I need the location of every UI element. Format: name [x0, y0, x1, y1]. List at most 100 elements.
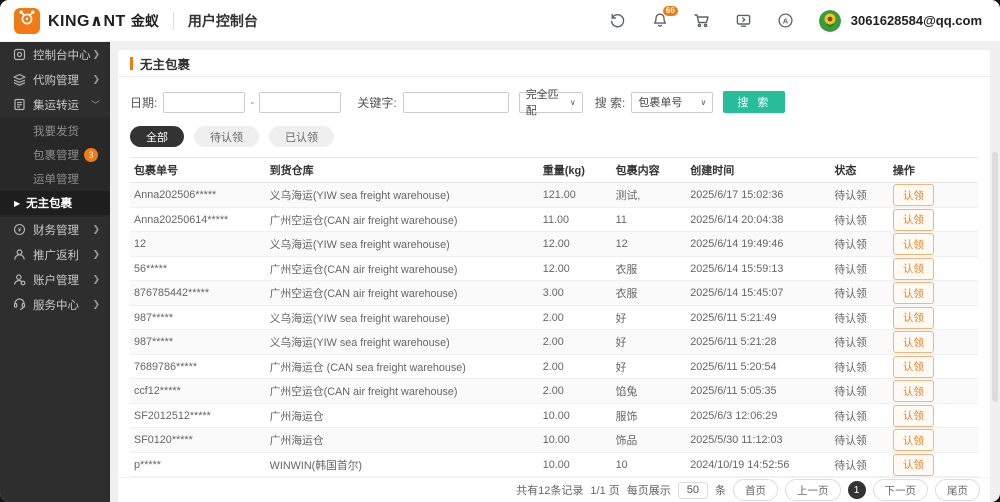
col-weight: 重量(kg)	[539, 158, 612, 183]
cell-warehouse: 广州空运仓(CAN air freight warehouse)	[266, 281, 539, 306]
table-row: Anna202506*****义乌海运(YIW sea freight ware…	[130, 183, 978, 208]
sidebar-item-label: 代购管理	[33, 72, 79, 88]
date-end-input[interactable]	[259, 92, 341, 113]
claim-button[interactable]: 认领	[893, 282, 934, 304]
cell-created-at: 2024/10/19 14:52:56	[686, 452, 830, 477]
claim-button[interactable]: 认领	[893, 331, 934, 353]
first-page-button[interactable]: 首页	[733, 479, 778, 501]
history-icon[interactable]	[609, 12, 627, 30]
user-avatar[interactable]	[819, 10, 841, 32]
last-page-button[interactable]: 尾页	[935, 479, 980, 501]
cell-content: 衣服	[612, 256, 687, 281]
search-field-select[interactable]: 包裹单号 ∨	[631, 92, 713, 113]
tab-pending-claim[interactable]: 待认领	[194, 126, 259, 147]
prev-page-button[interactable]: 上一页	[785, 479, 841, 501]
per-page-select[interactable]: 50	[678, 482, 708, 499]
search-button[interactable]: 搜 索	[723, 91, 785, 113]
cell-weight: 10.00	[539, 403, 612, 428]
date-start-input[interactable]	[163, 92, 245, 113]
cell-created-at: 2025/6/3 12:06:29	[686, 403, 830, 428]
claim-button[interactable]: 认领	[893, 380, 934, 402]
table-row: ccf12*****广州空运仓(CAN air freight warehous…	[130, 379, 978, 404]
submenu-item-waybill-management[interactable]: 运单管理	[0, 167, 110, 191]
sidebar-item-account-management[interactable]: 账户管理 ❯	[0, 267, 110, 292]
tab-claimed[interactable]: 已认领	[269, 126, 334, 147]
cell-warehouse: 广州空运仓(CAN air freight warehouse)	[266, 207, 539, 232]
sidebar-item-freight-forwarding[interactable]: 集运转运 ﹀	[0, 92, 110, 117]
claim-button[interactable]: 认领	[893, 454, 934, 476]
next-page-button[interactable]: 下一页	[873, 479, 929, 501]
divider	[173, 12, 174, 30]
assistant-icon[interactable]: A	[777, 12, 795, 30]
brand-name: KING∧NT	[48, 11, 126, 31]
cell-package-no: 987*****	[130, 330, 266, 355]
pagination-bar: 共有12条记录 1/1 页 每页展示 50 条 首页 上一页 1 下一页 尾页	[118, 477, 990, 502]
scrollbar-thumb[interactable]	[992, 152, 998, 402]
cell-package-no: SF2012512*****	[130, 403, 266, 428]
submenu-item-label: 包裹管理	[33, 147, 79, 163]
cell-package-no: 56*****	[130, 256, 266, 281]
sidebar-item-console-center[interactable]: 控制台中心 ❯	[0, 42, 110, 67]
brand-logo[interactable]	[14, 8, 40, 34]
chevron-right-icon: ❯	[92, 274, 100, 285]
sidebar-item-label: 推广返利	[33, 247, 79, 263]
user-email[interactable]: 3061628584@qq.com	[851, 13, 982, 28]
sidebar-item-promotion-rebate[interactable]: 推广返利 ❯	[0, 242, 110, 267]
sidebar-item-purchase-management[interactable]: 代购管理 ❯	[0, 67, 110, 92]
claim-button[interactable]: 认领	[893, 405, 934, 427]
cell-status: 待认领	[830, 256, 889, 281]
title-accent-bar	[130, 57, 133, 70]
cell-package-no: p*****	[130, 452, 266, 477]
cell-status: 待认领	[830, 183, 889, 208]
table-row: 876785442*****广州空运仓(CAN air freight ware…	[130, 281, 978, 306]
table-row: SF0120*****广州海运仓10.00饰品2025/5/30 11:12:0…	[130, 428, 978, 453]
app-window: KING∧NT 金蚁 用户控制台 66	[0, 0, 1000, 502]
cell-weight: 3.00	[539, 281, 612, 306]
col-content: 包裹内容	[612, 158, 687, 183]
submenu-item-unclaimed-packages[interactable]: ▶ 无主包裹	[0, 191, 110, 215]
chevron-right-icon: ❯	[92, 299, 100, 310]
claim-button[interactable]: 认领	[893, 184, 934, 206]
cell-status: 待认领	[830, 330, 889, 355]
current-page-button[interactable]: 1	[848, 481, 866, 499]
sidebar-item-service-center[interactable]: 服务中心 ❯	[0, 292, 110, 317]
cell-action: 认领	[889, 256, 978, 281]
table-row: 7689786*****广州海运仓 (CAN sea freight wareh…	[130, 354, 978, 379]
cell-package-no: 12	[130, 232, 266, 257]
tab-all[interactable]: 全部	[130, 126, 184, 147]
sidebar-item-label: 账户管理	[33, 272, 79, 288]
monitor-icon[interactable]	[735, 12, 753, 30]
chevron-right-icon: ❯	[92, 249, 100, 260]
sidebar-item-finance-management[interactable]: ¥ 财务管理 ❯	[0, 217, 110, 242]
cart-icon[interactable]	[693, 12, 711, 30]
sidebar-item-label: 控制台中心	[33, 47, 91, 63]
keyword-input[interactable]	[403, 92, 509, 113]
submenu-item-label: 运单管理	[33, 171, 79, 187]
person-icon	[13, 248, 26, 261]
claim-button[interactable]: 认领	[893, 258, 934, 280]
claim-button[interactable]: 认领	[893, 233, 934, 255]
cell-created-at: 2025/6/14 20:04:38	[686, 207, 830, 232]
claim-button[interactable]: 认领	[893, 307, 934, 329]
cell-warehouse: 义乌海运(YIW sea freight warehouse)	[266, 330, 539, 355]
cell-created-at: 2025/5/30 11:12:03	[686, 428, 830, 453]
money-icon: ¥	[13, 223, 26, 236]
submenu-item-package-management[interactable]: 包裹管理 3	[0, 143, 110, 167]
console-title: 用户控制台	[188, 11, 258, 31]
content-card: 无主包裹 日期: - 关键字: 完全匹配 ∨ 搜 索: 包裹单号 ∨	[118, 50, 990, 502]
notification-badge: 66	[663, 6, 678, 16]
cell-action: 认领	[889, 354, 978, 379]
claim-button[interactable]: 认领	[893, 209, 934, 231]
submenu-item-ship-goods[interactable]: 我要发货	[0, 119, 110, 143]
match-mode-select[interactable]: 完全匹配 ∨	[519, 92, 583, 113]
claim-button[interactable]: 认领	[893, 356, 934, 378]
cell-weight: 2.00	[539, 305, 612, 330]
cell-status: 待认领	[830, 428, 889, 453]
search-field-value: 包裹单号	[638, 94, 682, 110]
bell-icon[interactable]: 66	[651, 12, 669, 30]
cell-content: 测试,	[612, 183, 687, 208]
claim-button[interactable]: 认领	[893, 429, 934, 451]
top-header: KING∧NT 金蚁 用户控制台 66	[0, 0, 1000, 42]
cell-weight: 10.00	[539, 428, 612, 453]
table-row: Anna20250614*****广州空运仓(CAN air freight w…	[130, 207, 978, 232]
